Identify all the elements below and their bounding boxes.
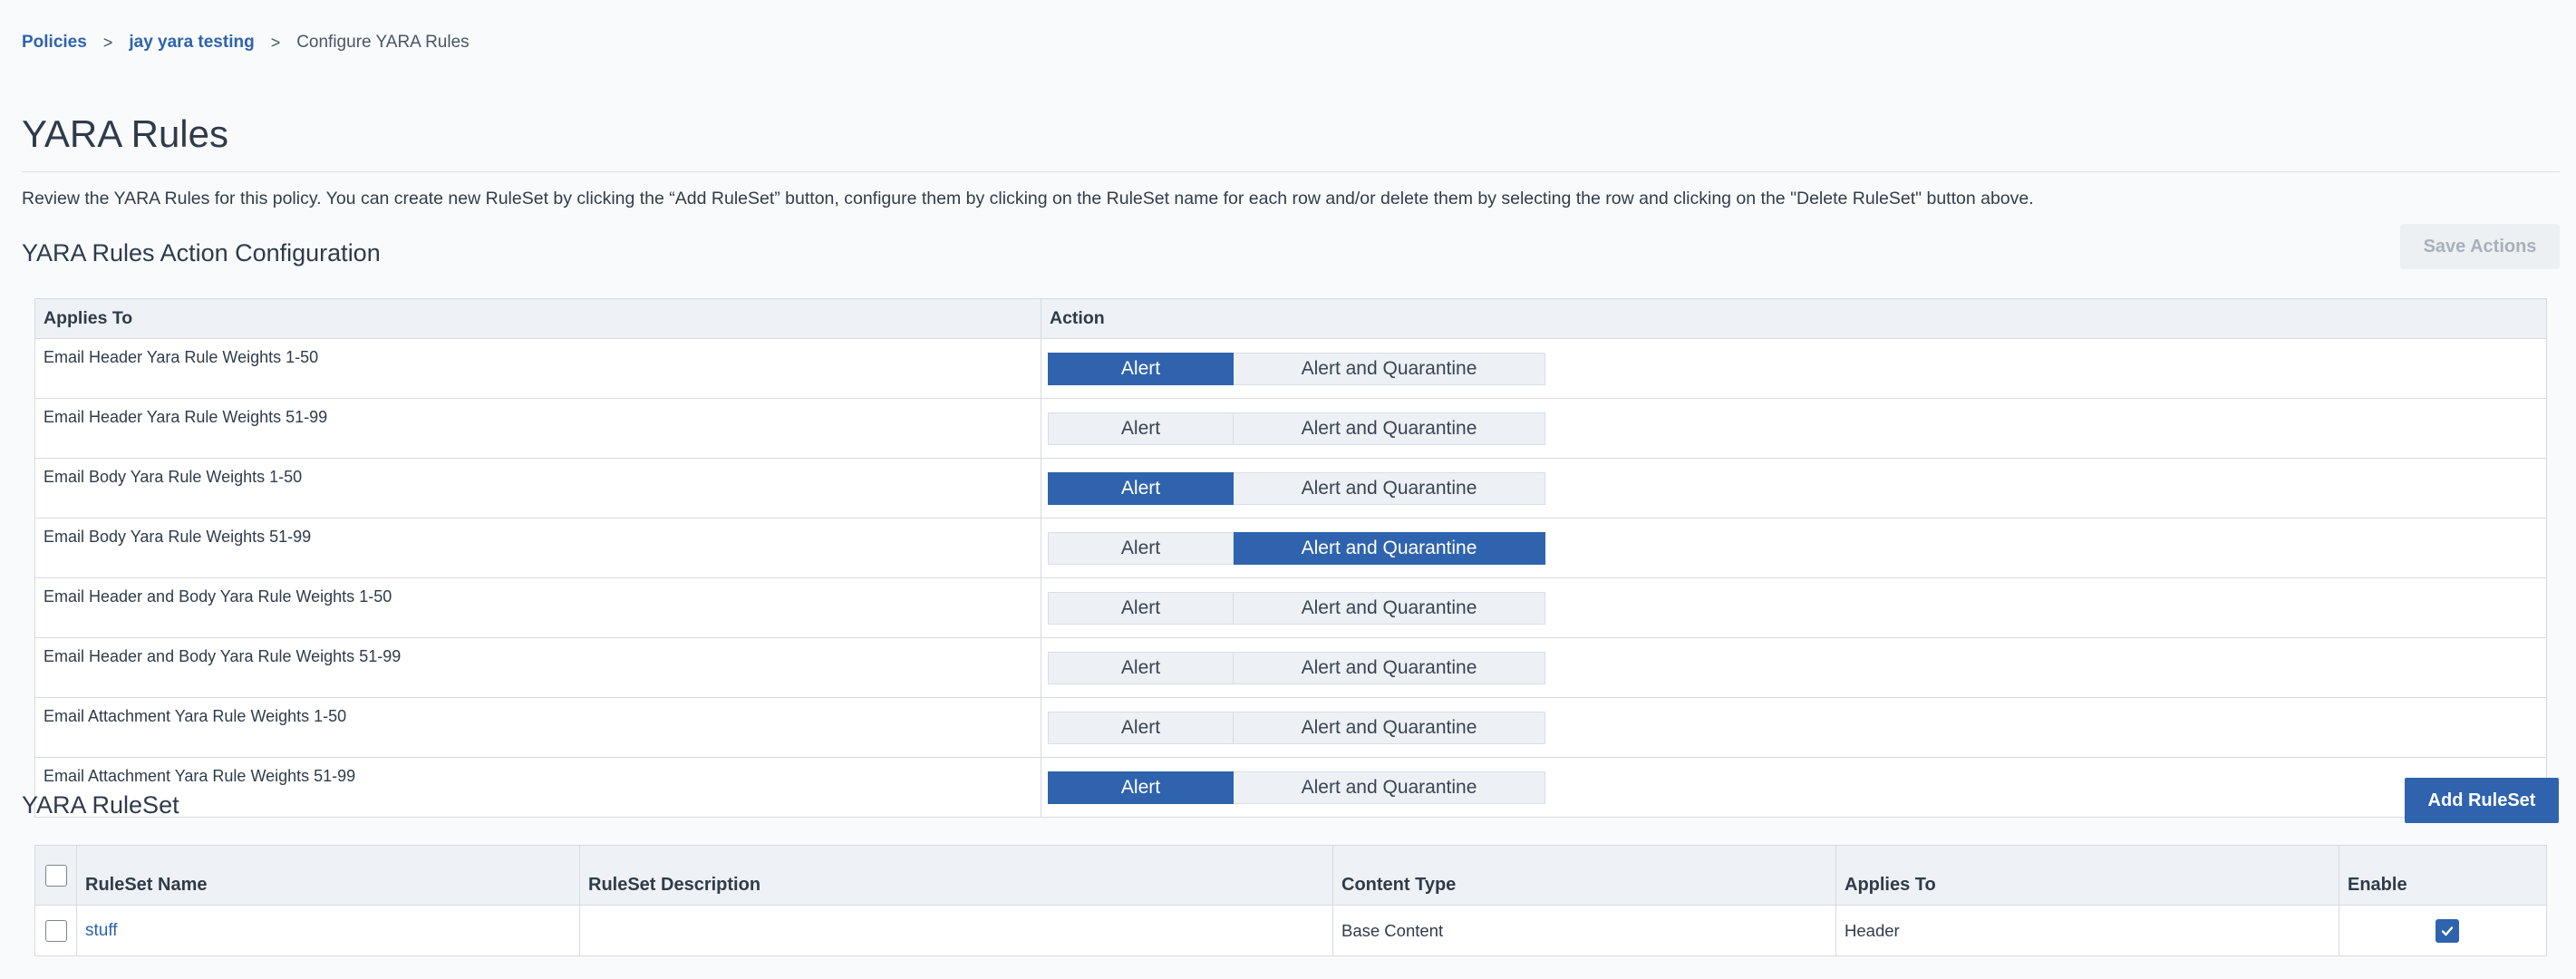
table-row: Email Header and Body Yara Rule Weights … [34, 577, 2547, 638]
applies-to-label: Email Header and Body Yara Rule Weights … [44, 647, 402, 665]
table-row: Email Header and Body Yara Rule Weights … [34, 637, 2547, 698]
ruleset-rows: stuff Base Content Header [34, 905, 2547, 956]
applies-to-cell: Email Attachment Yara Rule Weights 1-50 [34, 697, 1041, 758]
action-cell: Alert Alert and Quarantine [1041, 338, 2547, 399]
action-rows: Email Header Yara Rule Weights 1-50 Alert… [34, 338, 2547, 818]
add-ruleset-button[interactable]: Add RuleSet [2405, 778, 2559, 823]
title-divider [22, 171, 2560, 172]
action-toggle: Alert Alert and Quarantine [1048, 591, 1545, 625]
table-row: Email Body Yara Rule Weights 1-50 Alert Al… [34, 458, 2547, 519]
alert-and-quarantine-option[interactable]: Alert and Quarantine [1234, 471, 1545, 505]
page-title: YARA Rules [22, 112, 228, 155]
action-toggle: Alert Alert and Quarantine [1048, 412, 1545, 445]
table-row: Email Attachment Yara Rule Weights 1-50 A… [34, 697, 2547, 758]
column-header-ruleset-name[interactable]: RuleSet Name [76, 845, 580, 906]
enable-cell [2339, 905, 2547, 956]
action-toggle: Alert Alert and Quarantine [1048, 771, 1545, 804]
ruleset-table: RuleSet Name RuleSet Description Content… [34, 845, 2547, 956]
content-type-cell: Base Content [1332, 905, 1836, 956]
column-header-ruleset-description[interactable]: RuleSet Description [579, 845, 1333, 906]
action-cell: Alert Alert and Quarantine [1041, 458, 2547, 519]
action-toggle: Alert Alert and Quarantine [1048, 651, 1545, 684]
applies-to-label: Email Header Yara Rule Weights 1-50 [44, 348, 319, 366]
alert-option[interactable]: Alert [1048, 711, 1234, 744]
action-cell: Alert Alert and Quarantine [1041, 577, 2547, 638]
ruleset-name-cell: stuff [76, 905, 580, 956]
table-header-row: RuleSet Name RuleSet Description Content… [34, 845, 2547, 906]
action-toggle: Alert Alert and Quarantine [1048, 711, 1545, 744]
column-header-enable[interactable]: Enable [2339, 845, 2547, 906]
breadcrumb-link-policies[interactable]: Policies [22, 33, 87, 53]
column-header-action: Action [1041, 298, 2547, 339]
table-row: Email Attachment Yara Rule Weights 51-99… [34, 757, 2547, 818]
alert-and-quarantine-option[interactable]: Alert and Quarantine [1234, 352, 1545, 385]
row-select-cell [34, 905, 77, 956]
action-config-title: YARA Rules Action Configuration [22, 239, 381, 267]
action-cell: Alert Alert and Quarantine [1041, 518, 2547, 578]
table-row: stuff Base Content Header [34, 905, 2547, 956]
table-row: Email Body Yara Rule Weights 51-99 Alert A… [34, 518, 2547, 578]
select-all-checkbox[interactable] [44, 864, 67, 887]
alert-and-quarantine-option[interactable]: Alert and Quarantine [1234, 531, 1545, 565]
table-header-row: Applies To Action [34, 298, 2547, 339]
action-toggle: Alert Alert and Quarantine [1048, 471, 1545, 505]
alert-and-quarantine-option[interactable]: Alert and Quarantine [1234, 771, 1545, 804]
alert-option[interactable]: Alert [1048, 471, 1234, 505]
alert-option[interactable]: Alert [1048, 591, 1234, 625]
ruleset-name-link[interactable]: stuff [85, 921, 118, 940]
applies-to-label: Email Body Yara Rule Weights 51-99 [44, 528, 312, 546]
breadcrumb: Policies > jay yara testing > Configure … [22, 33, 470, 53]
column-header-content-type[interactable]: Content Type [1332, 845, 1836, 906]
applies-to-cell: Email Header and Body Yara Rule Weights … [34, 577, 1041, 638]
action-toggle: Alert Alert and Quarantine [1048, 531, 1545, 565]
applies-to-label: Email Header Yara Rule Weights 51-99 [44, 408, 328, 426]
alert-option[interactable]: Alert [1048, 651, 1234, 684]
action-cell: Alert Alert and Quarantine [1041, 398, 2547, 459]
breadcrumb-link-policy[interactable]: jay yara testing [129, 33, 254, 53]
action-toggle: Alert Alert and Quarantine [1048, 352, 1545, 385]
table-row: Email Header Yara Rule Weights 1-50 Alert… [34, 338, 2547, 399]
alert-option[interactable]: Alert [1048, 352, 1234, 385]
ruleset-description-cell [579, 905, 1333, 956]
column-header-applies-to: Applies To [34, 298, 1041, 339]
alert-and-quarantine-option[interactable]: Alert and Quarantine [1234, 591, 1545, 625]
action-config-table: Applies To Action Email Header Yara Rule… [34, 298, 2547, 818]
page-description: Review the YARA Rules for this policy. Y… [22, 189, 2034, 208]
alert-and-quarantine-option[interactable]: Alert and Quarantine [1234, 412, 1545, 445]
applies-to-cell: Email Body Yara Rule Weights 1-50 [34, 458, 1041, 519]
breadcrumb-separator: > [270, 33, 281, 52]
select-all-cell [34, 845, 77, 906]
table-row: Email Header Yara Rule Weights 51-99 Aler… [34, 398, 2547, 459]
enable-checkbox[interactable] [2435, 918, 2459, 943]
applies-to-cell: Email Header Yara Rule Weights 51-99 [34, 398, 1041, 459]
applies-to-cell: Header [1835, 905, 2339, 956]
alert-option[interactable]: Alert [1048, 771, 1234, 804]
breadcrumb-separator: > [102, 33, 113, 52]
applies-to-label: Email Header and Body Yara Rule Weights … [44, 587, 392, 606]
row-select-checkbox[interactable] [44, 919, 67, 942]
alert-and-quarantine-option[interactable]: Alert and Quarantine [1234, 711, 1545, 744]
alert-and-quarantine-option[interactable]: Alert and Quarantine [1234, 651, 1545, 684]
applies-to-cell: Email Header Yara Rule Weights 1-50 [34, 338, 1041, 399]
applies-to-label: Email Body Yara Rule Weights 1-50 [44, 468, 303, 486]
action-cell: Alert Alert and Quarantine [1041, 757, 2547, 818]
column-header-applies-to[interactable]: Applies To [1835, 845, 2339, 906]
breadcrumb-current: Configure YARA Rules [296, 33, 470, 52]
applies-to-label: Email Attachment Yara Rule Weights 1-50 [44, 707, 347, 725]
applies-to-cell: Email Header and Body Yara Rule Weights … [34, 637, 1041, 698]
applies-to-cell: Email Attachment Yara Rule Weights 51-99 [34, 757, 1041, 818]
alert-option[interactable]: Alert [1048, 531, 1234, 565]
alert-option[interactable]: Alert [1048, 412, 1234, 445]
save-actions-button[interactable]: Save Actions [2400, 224, 2560, 269]
action-cell: Alert Alert and Quarantine [1041, 637, 2547, 698]
ruleset-title: YARA RuleSet [22, 791, 179, 819]
applies-to-label: Email Attachment Yara Rule Weights 51-99 [44, 767, 356, 785]
applies-to-cell: Email Body Yara Rule Weights 51-99 [34, 518, 1041, 578]
action-cell: Alert Alert and Quarantine [1041, 697, 2547, 758]
check-icon [2441, 926, 2453, 935]
